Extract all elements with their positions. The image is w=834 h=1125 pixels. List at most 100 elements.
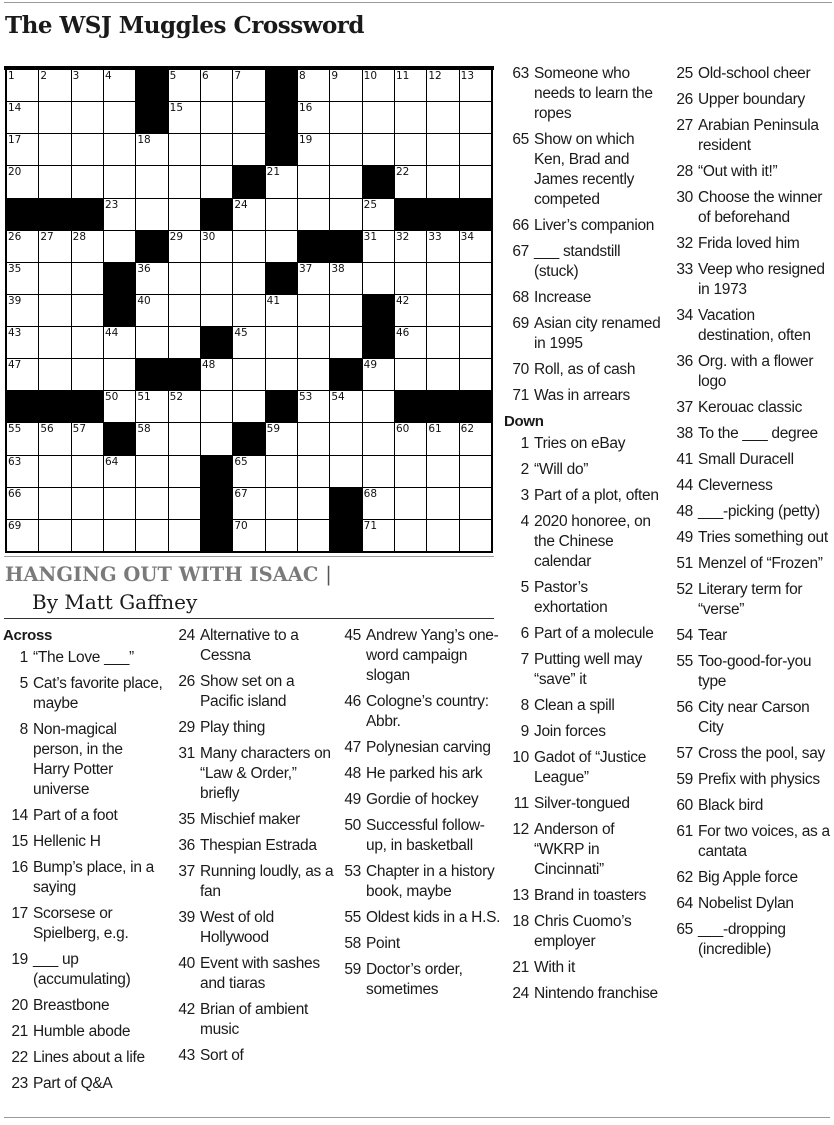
grid-cell[interactable] [136, 487, 168, 519]
grid-cell[interactable]: 12 [427, 70, 459, 102]
grid-cell[interactable] [395, 455, 427, 487]
grid-cell[interactable]: 32 [395, 230, 427, 262]
clue-item[interactable]: 51 Menzel of “Frozen” [668, 554, 834, 574]
grid-cell[interactable]: 13 [459, 70, 491, 102]
clue-item[interactable]: 12 Anderson of “WKRP in Cincinnati” [504, 820, 664, 880]
grid-cell[interactable] [395, 519, 427, 551]
clue-item[interactable]: 4 2020 honoree, on the Chinese calendar [504, 512, 664, 572]
grid-cell[interactable] [265, 359, 297, 391]
grid-cell[interactable] [233, 230, 265, 262]
grid-cell[interactable]: 54 [330, 391, 362, 423]
clue-item[interactable]: 49 Tries something out [668, 528, 834, 548]
grid-cell[interactable] [330, 294, 362, 327]
grid-cell[interactable] [330, 198, 362, 230]
grid-cell[interactable]: 47 [7, 359, 39, 391]
clue-item[interactable]: 60 Black bird [668, 796, 834, 816]
grid-cell[interactable] [201, 391, 233, 423]
clue-item[interactable]: 21 With it [504, 958, 664, 978]
grid-cell[interactable] [168, 455, 200, 487]
grid-cell[interactable] [201, 166, 233, 198]
grid-cell[interactable]: 41 [265, 294, 297, 327]
grid-cell[interactable]: 68 [362, 487, 394, 519]
grid-cell[interactable] [330, 102, 362, 134]
clue-item[interactable]: 56 City near Carson City [668, 698, 834, 738]
grid-cell[interactable]: 2 [39, 70, 71, 102]
clue-item[interactable]: 8 Non-magical person, in the Harry Potter… [3, 720, 163, 800]
grid-cell[interactable] [298, 166, 330, 198]
grid-cell[interactable] [427, 102, 459, 134]
grid-cell[interactable] [71, 134, 103, 166]
grid-cell[interactable] [39, 455, 71, 487]
grid-cell[interactable] [459, 134, 491, 166]
clue-item[interactable]: 32 Frida loved him [668, 234, 834, 254]
grid-cell[interactable] [168, 198, 200, 230]
clue-item[interactable]: 17 Scorsese or Spielberg, e.g. [3, 904, 163, 944]
clue-item[interactable]: 21 Humble abode [3, 1022, 163, 1042]
clue-item[interactable]: 39 West of old Hollywood [170, 908, 335, 948]
clue-item[interactable]: 48 ___-picking (petty) [668, 502, 834, 522]
grid-cell[interactable] [427, 487, 459, 519]
grid-cell[interactable]: 53 [298, 391, 330, 423]
clue-item[interactable]: 53 Chapter in a history book, maybe [336, 862, 501, 902]
grid-cell[interactable] [168, 166, 200, 198]
grid-cell[interactable] [427, 455, 459, 487]
clue-item[interactable]: 27 Arabian Peninsula resident [668, 116, 834, 156]
grid-cell[interactable]: 14 [7, 102, 39, 134]
grid-cell[interactable]: 61 [427, 423, 459, 455]
grid-cell[interactable]: 49 [362, 359, 394, 391]
clue-item[interactable]: 11 Silver-tongued [504, 794, 664, 814]
grid-cell[interactable] [298, 423, 330, 455]
clue-item[interactable]: 42 Brian of ambient music [170, 1000, 335, 1040]
grid-cell[interactable] [71, 455, 103, 487]
grid-cell[interactable] [168, 294, 200, 327]
clue-item[interactable]: 55 Too-good-for-you type [668, 652, 834, 692]
grid-cell[interactable] [39, 294, 71, 327]
grid-cell[interactable] [201, 294, 233, 327]
grid-cell[interactable] [395, 102, 427, 134]
grid-cell[interactable] [39, 327, 71, 359]
grid-cell[interactable] [136, 198, 168, 230]
clue-item[interactable]: 43 Sort of [170, 1046, 335, 1066]
clue-item[interactable]: 49 Gordie of hockey [336, 790, 501, 810]
clue-item[interactable]: 25 Old-school cheer [668, 64, 834, 84]
grid-cell[interactable] [104, 487, 136, 519]
clue-item[interactable]: 70 Roll, as of cash [504, 360, 664, 380]
clue-item[interactable]: 71 Was in arrears [504, 386, 664, 406]
grid-cell[interactable] [71, 487, 103, 519]
clue-item[interactable]: 55 Oldest kids in a H.S. [336, 908, 501, 928]
grid-cell[interactable] [298, 487, 330, 519]
grid-cell[interactable]: 64 [104, 455, 136, 487]
clue-item[interactable]: 64 Nobelist Dylan [668, 894, 834, 914]
grid-cell[interactable] [362, 455, 394, 487]
clue-item[interactable]: 54 Tear [668, 626, 834, 646]
grid-cell[interactable] [427, 519, 459, 551]
grid-cell[interactable] [395, 487, 427, 519]
clue-item[interactable]: 6 Part of a molecule [504, 624, 664, 644]
grid-cell[interactable]: 60 [395, 423, 427, 455]
grid-cell[interactable] [362, 262, 394, 294]
grid-cell[interactable] [39, 487, 71, 519]
clue-item[interactable]: 20 Breastbone [3, 996, 163, 1016]
clue-item[interactable]: 24 Nintendo franchise [504, 984, 664, 1004]
clue-item[interactable]: 66 Liver’s companion [504, 216, 664, 236]
grid-cell[interactable] [298, 327, 330, 359]
grid-cell[interactable]: 18 [136, 134, 168, 166]
clue-item[interactable]: 28 “Out with it!” [668, 162, 834, 182]
grid-cell[interactable]: 66 [7, 487, 39, 519]
grid-cell[interactable] [395, 262, 427, 294]
grid-cell[interactable]: 46 [395, 327, 427, 359]
clue-item[interactable]: 5 Pastor’s exhortation [504, 578, 664, 618]
clue-item[interactable]: 69 Asian city renamed in 1995 [504, 314, 664, 354]
grid-cell[interactable]: 34 [459, 230, 491, 262]
grid-cell[interactable] [71, 294, 103, 327]
clue-item[interactable]: 18 Chris Cuomo’s employer [504, 912, 664, 952]
clue-item[interactable]: 36 Thespian Estrada [170, 836, 335, 856]
clue-item[interactable]: 35 Mischief maker [170, 810, 335, 830]
grid-cell[interactable] [459, 166, 491, 198]
grid-cell[interactable] [201, 423, 233, 455]
grid-cell[interactable]: 30 [201, 230, 233, 262]
grid-cell[interactable]: 26 [7, 230, 39, 262]
grid-cell[interactable]: 57 [71, 423, 103, 455]
grid-cell[interactable] [168, 327, 200, 359]
grid-cell[interactable] [330, 166, 362, 198]
